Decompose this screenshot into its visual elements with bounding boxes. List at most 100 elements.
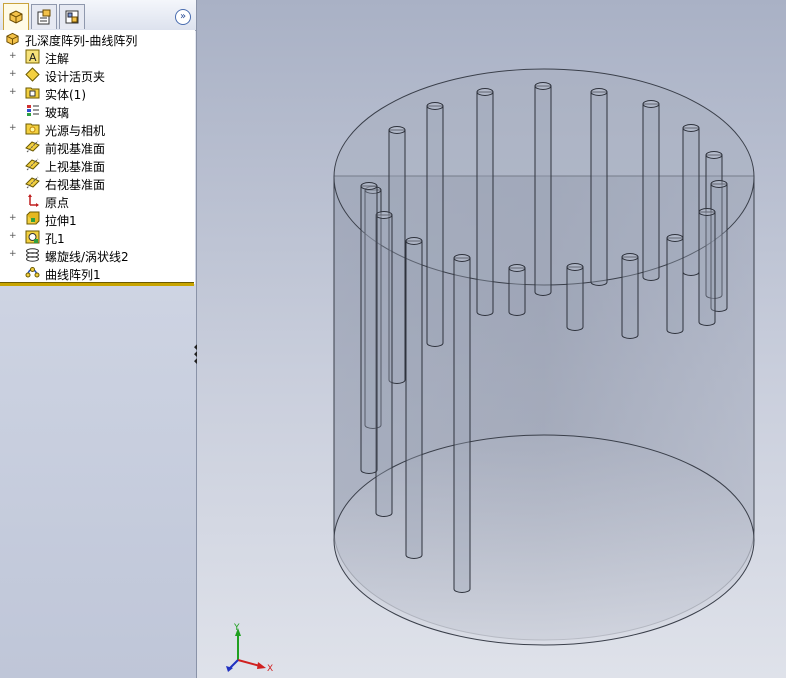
hole-shaft [566, 266, 584, 331]
cylinder-model [333, 68, 755, 646]
hole-shaft [698, 211, 716, 326]
axis-x-label: X [267, 664, 273, 672]
tree-root-part[interactable]: 孔深度阵列-曲线阵列 [0, 30, 194, 48]
tree-item-label: 螺旋线/涡状线2 [45, 250, 129, 264]
hole-shaft [476, 91, 494, 316]
tree-item-label: 拉伸1 [45, 214, 77, 228]
tree-item-material[interactable]: 玻璃 [0, 102, 194, 120]
hole-top-edge [621, 253, 639, 261]
rollback-bar[interactable] [0, 282, 194, 286]
hole-top-edge [710, 180, 728, 188]
expand-toggle[interactable]: + [9, 52, 17, 61]
hole-top-edge [590, 88, 608, 96]
svg-text:A: A [29, 51, 37, 64]
hole-icon [25, 229, 40, 244]
tree-item-design-binder[interactable]: + 设计活页夹 [0, 66, 194, 84]
axis-triad: Y X [226, 623, 273, 672]
hole-shaft [405, 240, 423, 559]
axis-y-label: Y [233, 623, 240, 633]
cylinder-bottom-face [333, 434, 755, 646]
tree-item-curve-pattern[interactable]: 曲线阵列1 [0, 264, 194, 282]
tree-item-label: 设计活页夹 [45, 70, 106, 84]
tree-item-label: 孔1 [45, 232, 65, 246]
hole-shaft [360, 185, 378, 474]
solid-bodies-icon [25, 85, 40, 100]
hole-top-edge [426, 102, 444, 110]
tree-item-label: 右视基准面 [45, 178, 106, 192]
hole-top-edge [698, 208, 716, 216]
tree-root-label: 孔深度阵列-曲线阵列 [25, 34, 138, 48]
expand-toggle[interactable]: + [9, 250, 17, 259]
expand-toggle[interactable]: + [9, 88, 17, 97]
propertymanager-tab[interactable] [31, 4, 57, 29]
hole-shaft [590, 91, 608, 286]
plane-icon [25, 157, 40, 172]
tree-item-solid-bodies[interactable]: + 实体(1) [0, 84, 194, 102]
configurationmanager-tab[interactable] [59, 4, 85, 29]
expand-panel-button[interactable]: » [175, 9, 191, 25]
expand-toggle[interactable]: + [9, 124, 17, 133]
curve-pattern-icon [25, 265, 40, 280]
expand-toggle[interactable]: + [9, 232, 17, 241]
property-icon [37, 9, 51, 25]
lights-cameras-icon [25, 121, 40, 136]
graphics-viewport[interactable]: Y X [197, 0, 786, 678]
hole-shaft [426, 105, 444, 347]
material-icon [25, 103, 40, 118]
hole-top-edge [360, 182, 378, 190]
tree-item-annotations[interactable]: + A 注解 [0, 48, 194, 66]
hole-top-edge [666, 234, 684, 242]
tree-item-label: 玻璃 [45, 106, 70, 120]
hole-shaft [453, 257, 471, 593]
expand-toggle[interactable]: + [9, 70, 17, 79]
tree-item-label: 原点 [45, 196, 70, 210]
tree-item-helix[interactable]: + 螺旋线/涡状线2 [0, 246, 194, 264]
hole-shaft [682, 127, 700, 276]
hole-shaft [666, 237, 684, 334]
hole-shaft [621, 256, 639, 339]
tree-item-label: 上视基准面 [45, 160, 106, 174]
plane-icon [25, 139, 40, 154]
hole-shaft [508, 267, 526, 316]
tree-item-hole[interactable]: + 孔1 [0, 228, 194, 246]
origin-icon [25, 193, 40, 208]
plane-icon [25, 175, 40, 190]
hole-shaft [642, 103, 660, 281]
feature-manager-panel: » 孔深度阵列-曲线阵列 + A 注解 + 设计活页夹 + 实体(1) 玻璃 +… [0, 0, 197, 678]
helix-icon [25, 247, 40, 262]
tree-item-label: 曲线阵列1 [45, 268, 101, 282]
feature-tree-icon [9, 10, 23, 24]
tree-item-lights-cameras[interactable]: + 光源与相机 [0, 120, 194, 138]
extrude-icon [25, 211, 40, 226]
hole-shaft [375, 214, 393, 517]
tree-item-origin[interactable]: 原点 [0, 192, 194, 210]
part-icon [5, 31, 20, 46]
featuremanager-tab[interactable] [3, 3, 29, 30]
hole-top-edge [405, 237, 423, 245]
hole-top-edge [508, 264, 526, 272]
hole-top-edge [682, 124, 700, 132]
hole-top-edge [705, 151, 723, 159]
hole-top-edge [534, 82, 552, 90]
tree-item-right-plane[interactable]: 右视基准面 [0, 174, 194, 192]
tree-item-extrude[interactable]: + 拉伸1 [0, 210, 194, 228]
tree-item-label: 前视基准面 [45, 142, 106, 156]
tree-item-label: 实体(1) [45, 88, 86, 102]
hole-shaft [534, 85, 552, 296]
configuration-icon [65, 10, 79, 24]
tree-item-top-plane[interactable]: 上视基准面 [0, 156, 194, 174]
hole-top-edge [375, 211, 393, 219]
expand-toggle[interactable]: + [9, 214, 17, 223]
annotations-icon: A [25, 49, 40, 64]
hole-top-edge [388, 126, 406, 134]
hole-top-edge [642, 100, 660, 108]
design-binder-icon [25, 67, 40, 82]
hole-top-edge [476, 88, 494, 96]
tree-item-label: 光源与相机 [45, 124, 106, 138]
hole-top-edge [453, 254, 471, 262]
tree-item-front-plane[interactable]: 前视基准面 [0, 138, 194, 156]
panel-tab-bar: » [0, 0, 196, 31]
hole-top-edge [566, 263, 584, 271]
tree-item-label: 注解 [45, 52, 70, 66]
feature-tree: 孔深度阵列-曲线阵列 + A 注解 + 设计活页夹 + 实体(1) 玻璃 + 光… [0, 30, 195, 284]
